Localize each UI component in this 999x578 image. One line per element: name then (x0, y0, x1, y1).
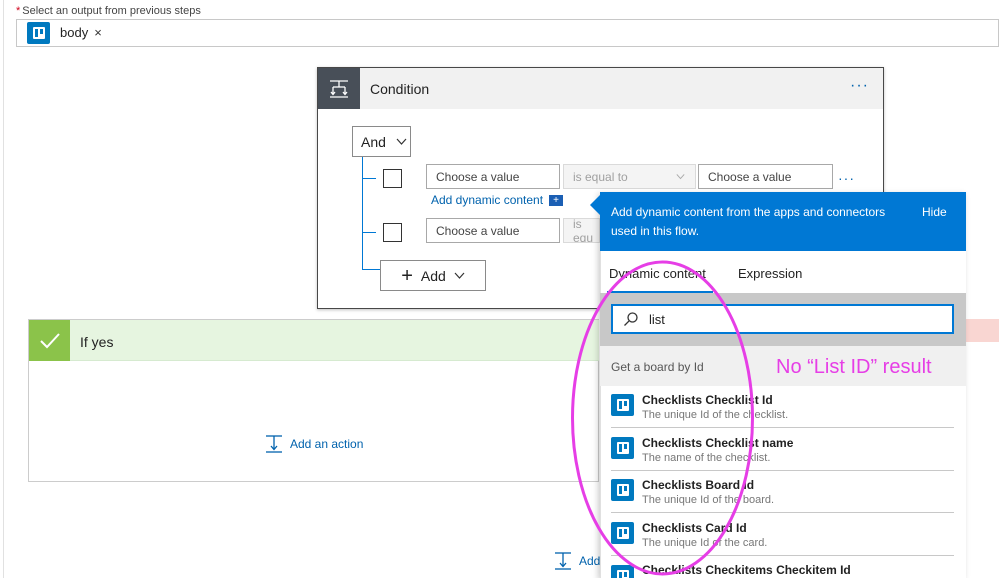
add-condition-button[interactable]: + Add (380, 260, 486, 291)
select-output-text: Select an output from previous steps (22, 5, 201, 17)
annotation-text: No “List ID” result (776, 356, 932, 378)
flyout-pointer (590, 195, 600, 215)
tree-branch (362, 232, 376, 233)
and-dropdown[interactable]: And (352, 126, 411, 157)
body-token[interactable]: body × (27, 21, 102, 44)
condition-title: Condition (370, 81, 430, 97)
add-action-label: Add an action (290, 437, 364, 451)
operator-label: is equ (573, 218, 594, 243)
if-yes-header[interactable] (29, 320, 599, 361)
operator-label: is equal to (573, 169, 628, 184)
value-placeholder: Choose a value (436, 223, 520, 238)
tree-line (362, 157, 363, 270)
if-no-header-edge[interactable] (964, 319, 999, 342)
row-2-value-input[interactable]: Choose a value (426, 218, 560, 243)
row-1-value2-input[interactable]: Choose a value (698, 164, 833, 189)
hide-button[interactable]: Hide (922, 205, 947, 219)
row-2-operator-select[interactable]: is equ (563, 218, 600, 243)
plus-icon: + (549, 194, 564, 206)
select-output-field[interactable] (16, 19, 999, 47)
row-2-checkbox[interactable] (383, 223, 402, 242)
token-label: body (60, 25, 89, 40)
add-an-action-button[interactable]: Add an action (264, 434, 363, 454)
tree-branch (362, 269, 380, 270)
required-mark: * (16, 5, 21, 17)
row-1-checkbox[interactable] (383, 169, 402, 188)
tree-branch (362, 178, 376, 179)
annotation-ellipse (571, 260, 754, 576)
add-label: Add (420, 267, 446, 284)
condition-more-menu[interactable]: ··· (850, 77, 869, 95)
condition-icon (318, 68, 360, 109)
row-1-operator-select[interactable]: is equal to (563, 164, 696, 189)
row-1-more-menu[interactable]: ··· (838, 170, 855, 186)
chevron-down-icon (454, 272, 465, 279)
add-action-icon (266, 435, 282, 453)
dynamic-link-label: Add dynamic content (431, 193, 544, 207)
value2-placeholder: Choose a value (708, 169, 792, 184)
plus-icon: + (401, 264, 413, 287)
and-label: And (361, 133, 386, 150)
trello-icon (27, 21, 50, 44)
left-divider (3, 0, 4, 578)
row-1-value-input[interactable]: Choose a value (426, 164, 560, 189)
checkmark-icon (29, 320, 70, 361)
flow-designer-canvas: * Select an output from previous steps bo… (0, 0, 999, 578)
value-placeholder: Choose a value (436, 169, 520, 184)
flyout-description: Add dynamic content from the apps and co… (611, 205, 886, 238)
select-output-label: * Select an output from previous steps (16, 5, 201, 17)
add-dynamic-content-link[interactable]: Add dynamic content + (431, 193, 564, 207)
token-remove-button[interactable]: × (94, 25, 102, 40)
if-yes-title: If yes (80, 334, 114, 350)
chevron-down-icon (396, 138, 407, 145)
chevron-down-icon (676, 174, 685, 180)
